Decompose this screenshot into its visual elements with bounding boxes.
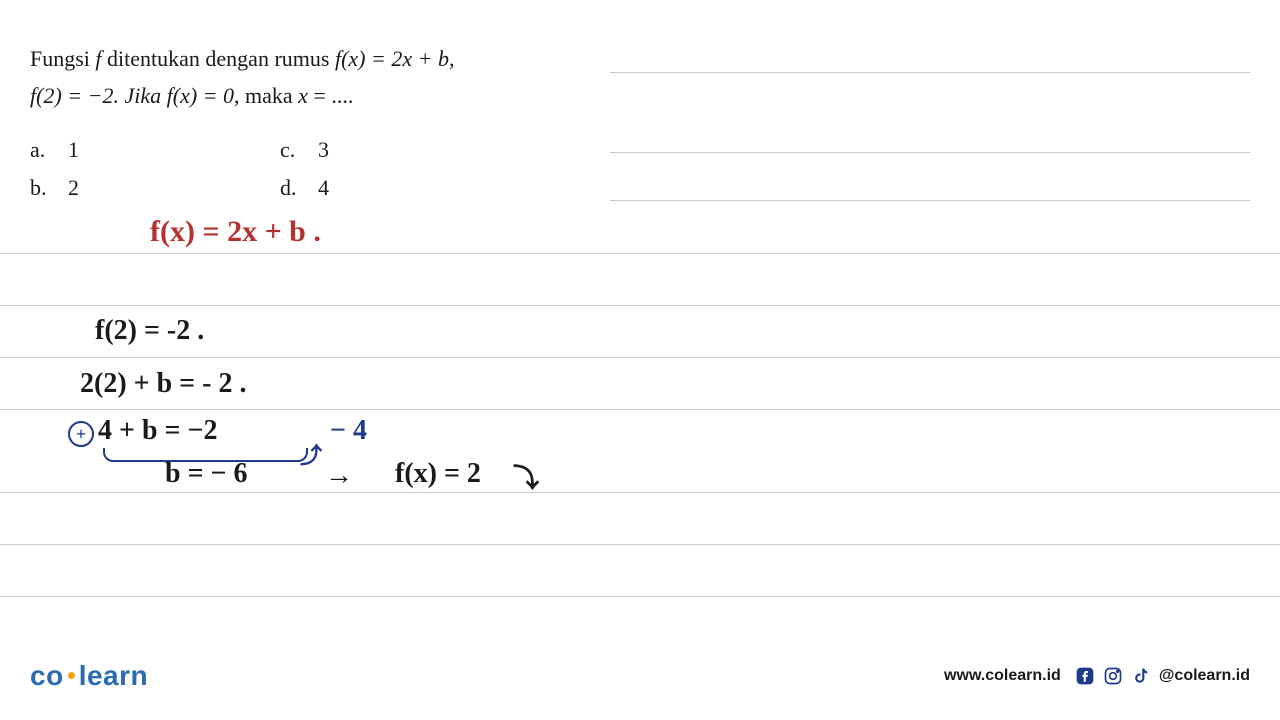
footer-right: www.colearn.id @colearn.id [944, 666, 1250, 686]
instagram-icon [1103, 666, 1123, 686]
option-a: a. 1 [30, 137, 250, 163]
var-x: x [298, 83, 308, 108]
handwriting-arrow: → [325, 460, 353, 492]
handwriting-step-6-tail: ⤵ [513, 458, 539, 495]
option-value: 4 [318, 175, 329, 201]
rule-line [0, 492, 1280, 493]
handwriting-step-5: b = − 6 [165, 458, 247, 490]
option-label: c. [280, 137, 300, 163]
text: , [449, 46, 455, 71]
text: , maka [234, 83, 298, 108]
formula: f(x) = 0 [167, 83, 234, 108]
rule-line [0, 305, 1280, 306]
arrow-up-icon: ⤴ [300, 438, 322, 470]
options-grid: a. 1 c. 3 b. 2 d. 4 [30, 137, 1250, 201]
footer-url: www.colearn.id [944, 667, 1061, 685]
handwriting-step-4-rhs: − 4 [330, 415, 367, 447]
rule-line [0, 409, 1280, 410]
rule-line [0, 596, 1280, 597]
text: Fungsi [30, 46, 95, 71]
social-icons: @colearn.id [1075, 666, 1250, 686]
text: = .... [308, 83, 353, 108]
option-d: d. 4 [280, 175, 500, 201]
handwriting-step-6: f(x) = 2 [395, 458, 481, 490]
handwriting-step-1: f(x) = 2x + b . [150, 215, 321, 249]
rule-short [610, 152, 1250, 153]
option-b: b. 2 [30, 175, 250, 201]
brand-dot-icon [68, 672, 75, 679]
facebook-icon [1075, 666, 1095, 686]
handwriting-step-2: f(2) = -2 . [95, 315, 204, 347]
formula: f(x) = 2x + b [335, 46, 449, 71]
handwriting-step-4-lhs: 4 + b = −2 [98, 415, 217, 447]
option-label: b. [30, 175, 50, 201]
circled-plus-icon: + [68, 421, 94, 447]
brand-logo: colearn [30, 660, 148, 692]
text: ditentukan dengan rumus [102, 46, 335, 71]
brand-left: co [30, 660, 64, 691]
rule-line [0, 357, 1280, 358]
footer-handle: @colearn.id [1159, 667, 1250, 685]
tiktok-icon [1131, 666, 1151, 686]
option-value: 2 [68, 175, 79, 201]
rule-short [610, 200, 1250, 201]
rule-short [610, 72, 1250, 73]
problem-text: Fungsi f ditentukan dengan rumus f(x) = … [30, 40, 590, 115]
handwriting-step-3: 2(2) + b = - 2 . [80, 368, 246, 400]
plus-sign: + [76, 425, 86, 443]
option-value: 1 [68, 137, 79, 163]
rule-line [0, 544, 1280, 545]
footer: colearn www.colearn.id @colearn.id [30, 660, 1250, 692]
rule-line [0, 253, 1280, 254]
formula: f(2) = −2. Jika [30, 83, 167, 108]
option-value: 3 [318, 137, 329, 163]
option-label: a. [30, 137, 50, 163]
page-root: Fungsi f ditentukan dengan rumus f(x) = … [0, 0, 1280, 720]
option-label: d. [280, 175, 300, 201]
option-c: c. 3 [280, 137, 500, 163]
brand-right: learn [79, 660, 148, 691]
